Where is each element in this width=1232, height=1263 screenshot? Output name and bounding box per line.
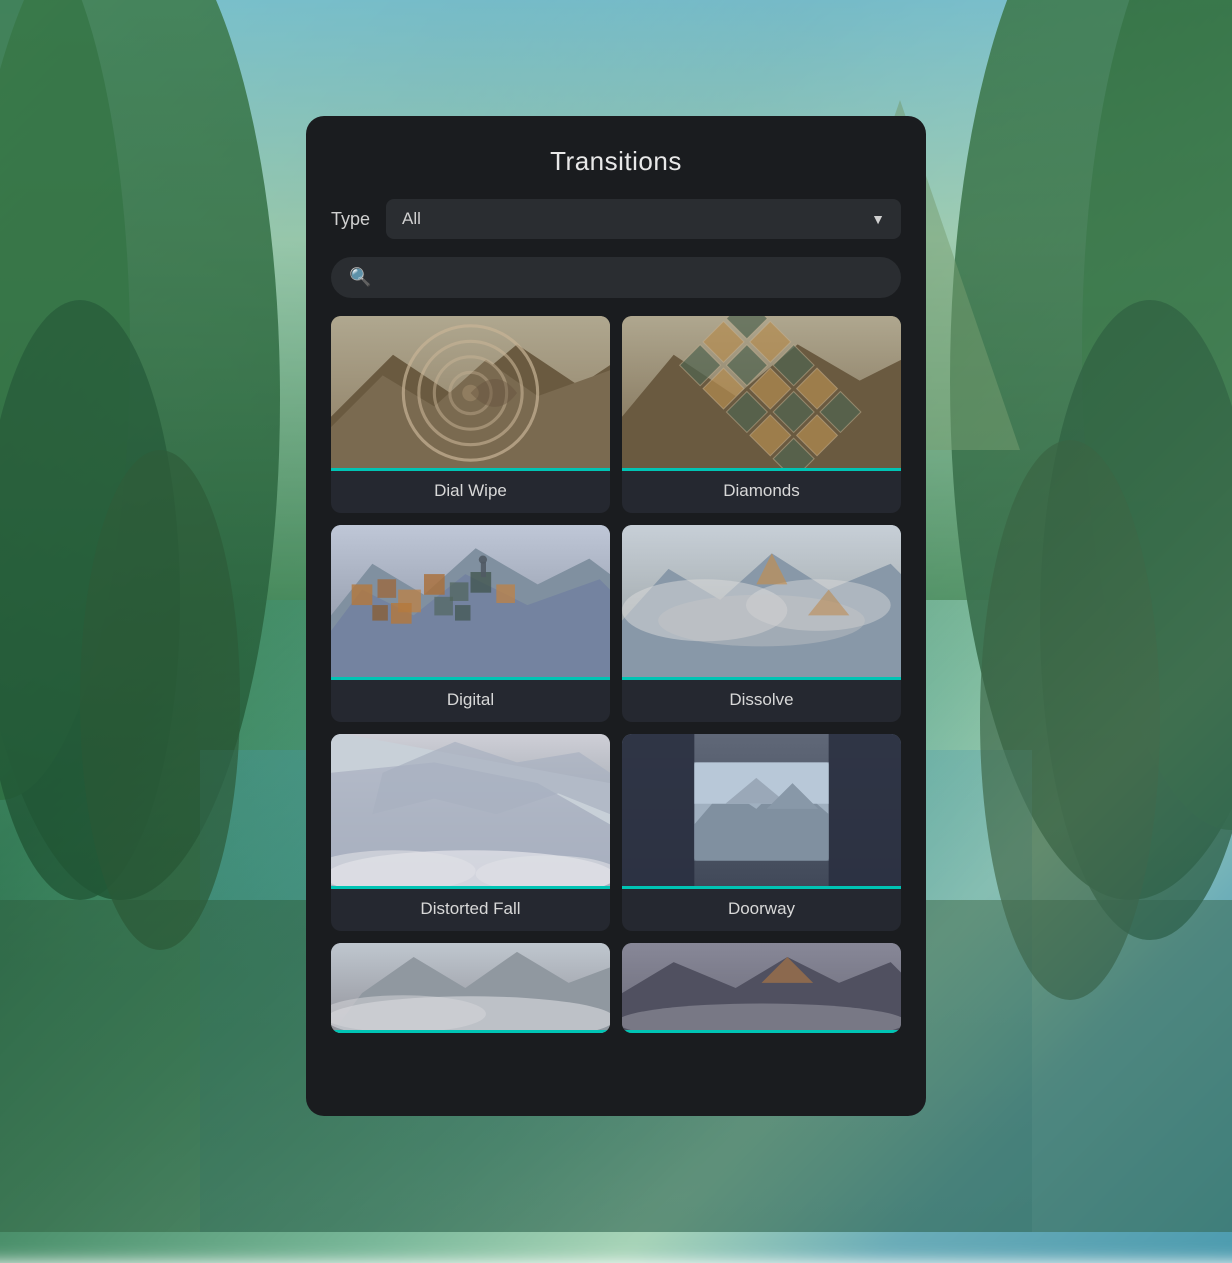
card-thumb-partial-2 [622,943,901,1033]
doorway-svg [622,734,901,889]
transition-card-diamonds[interactable]: Diamonds [622,316,901,513]
transitions-grid: Dial Wipe [331,316,901,1033]
card-thumb-dial-wipe [331,316,610,471]
card-label-digital: Digital [331,680,610,722]
card-label-doorway: Doorway [622,889,901,931]
distorted-fall-svg [331,734,610,889]
diamonds-svg [622,316,901,471]
type-label: Type [331,209,370,230]
search-bar: 🔍 [331,257,901,298]
search-input[interactable] [381,269,883,287]
partial1-svg [331,943,610,1033]
transition-card-distorted-fall[interactable]: Distorted Fall [331,734,610,931]
transition-card-doorway[interactable]: Doorway [622,734,901,931]
card-label-diamonds: Diamonds [622,471,901,513]
partial2-svg [622,943,901,1033]
panel-title: Transitions [331,146,901,177]
card-thumb-digital [331,525,610,680]
transition-card-partial-1[interactable] [331,943,610,1033]
digital-svg [331,525,610,680]
dissolve-svg [622,525,901,680]
chevron-down-icon: ▼ [871,211,885,227]
transition-card-digital[interactable]: Digital [331,525,610,722]
card-thumb-dissolve [622,525,901,680]
transition-card-dial-wipe[interactable]: Dial Wipe [331,316,610,513]
card-label-dissolve: Dissolve [622,680,901,722]
dial-wipe-svg [331,316,610,471]
card-label-distorted-fall: Distorted Fall [331,889,610,931]
type-selector-row: Type All ▼ [331,199,901,239]
card-thumb-distorted-fall [331,734,610,889]
transitions-panel: Transitions Type All ▼ 🔍 [306,116,926,1116]
transition-card-partial-2[interactable] [622,943,901,1033]
card-thumb-diamonds [622,316,901,471]
card-thumb-partial-1 [331,943,610,1033]
transition-card-dissolve[interactable]: Dissolve [622,525,901,722]
type-dropdown-value: All [402,209,421,229]
card-thumb-doorway [622,734,901,889]
type-dropdown[interactable]: All ▼ [386,199,901,239]
search-icon: 🔍 [349,267,371,288]
card-label-dial-wipe: Dial Wipe [331,471,610,513]
